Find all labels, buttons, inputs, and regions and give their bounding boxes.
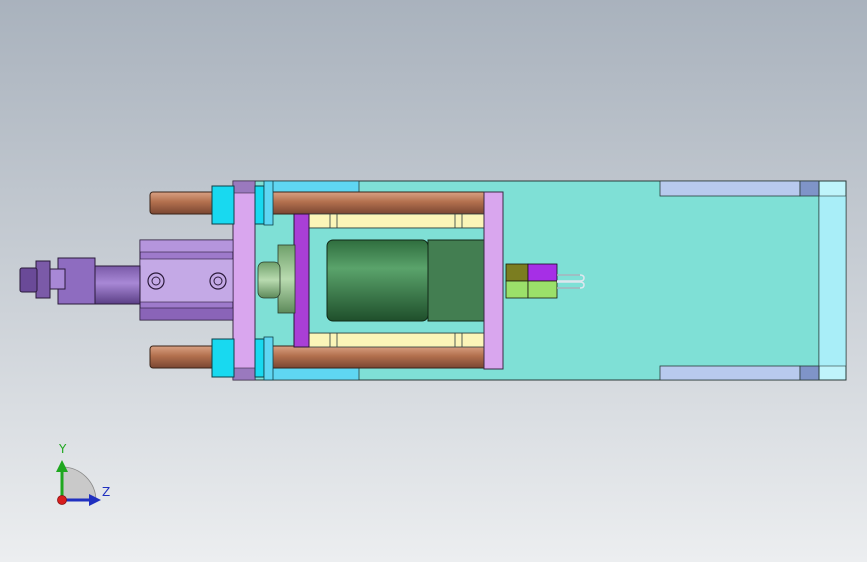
- guide-rod-bottom: [149, 345, 489, 369]
- rod-collar-top-inner: [254, 180, 274, 226]
- end-plate-right: [483, 191, 504, 370]
- rod-collar-bottom-left: [211, 338, 235, 378]
- cylinder-port-left: [147, 272, 165, 290]
- cylinder-port-right: [209, 272, 227, 290]
- motor-body: [326, 239, 429, 322]
- plate-slot-top: [659, 180, 820, 197]
- piston-rod: [19, 257, 141, 305]
- guide-rod-top: [149, 191, 489, 215]
- end-block-right: [818, 180, 847, 381]
- y-axis-label: Y: [59, 442, 67, 456]
- end-plate-left: [232, 180, 256, 381]
- sensor-block: [505, 263, 558, 299]
- rod-collar-bottom-inner: [254, 336, 274, 381]
- plate-slot-bottom: [659, 365, 820, 381]
- graphics-viewport[interactable]: Y Z: [0, 0, 867, 562]
- coordinate-triad: [56, 460, 101, 506]
- z-axis-label: Z: [102, 485, 111, 499]
- rod-collar-top-left: [211, 185, 235, 225]
- model-view[interactable]: [0, 0, 867, 562]
- motor-gearbox: [427, 239, 485, 322]
- mounting-bar: [293, 213, 310, 348]
